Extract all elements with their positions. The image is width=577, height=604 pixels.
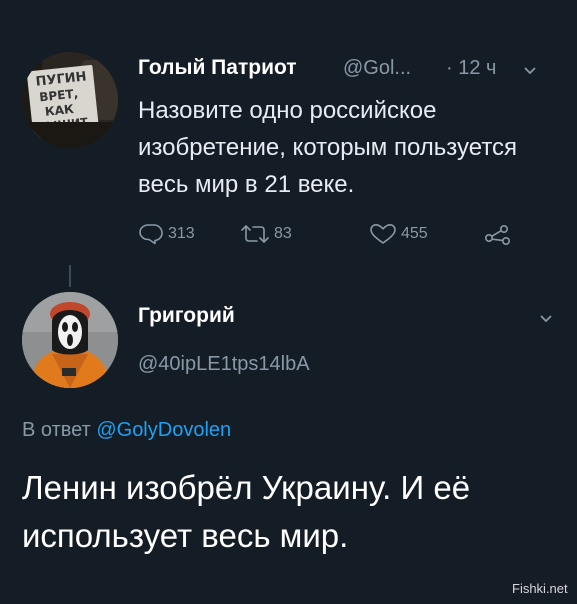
- reply-icon: [139, 224, 163, 245]
- chevron-down-icon[interactable]: [524, 67, 536, 75]
- avatar-reply-author[interactable]: [22, 292, 118, 388]
- like-icon: [370, 224, 396, 244]
- reply-button[interactable]: 313: [138, 223, 195, 245]
- tweet-text: Ленин изобрёл Украину. И её использует в…: [22, 469, 471, 554]
- avatar-crowd: [22, 122, 118, 148]
- tweet-text: Назовите одно российское изобретение, ко…: [138, 97, 518, 198]
- author-display-name[interactable]: Григорий: [138, 304, 235, 328]
- retweet-count: 83: [274, 225, 292, 242]
- thread-connector: [69, 265, 71, 287]
- reply-mention-link[interactable]: @GolyDovolen: [96, 419, 231, 441]
- retweet-button[interactable]: 83: [240, 223, 292, 245]
- share-button[interactable]: [484, 223, 516, 245]
- chevron-down-icon[interactable]: [540, 315, 552, 323]
- tweet-timestamp[interactable]: · 12 ч: [446, 57, 496, 80]
- author-handle[interactable]: @Gol...: [343, 57, 411, 80]
- share-icon: [484, 224, 510, 245]
- watermark: Fishki.net: [512, 581, 568, 596]
- retweet-icon: [241, 225, 269, 243]
- reply-count: 313: [168, 225, 195, 242]
- reply-context: В ответ @GolyDovolen: [22, 419, 231, 442]
- author-handle[interactable]: @40ipLE1tps14lbA: [138, 353, 310, 376]
- avatar-original-author[interactable]: ПУГИН ВРЕТ, КАК ДЫШИТ.: [22, 52, 118, 148]
- sign-line-1: ПУГИН: [35, 69, 88, 90]
- author-display-name[interactable]: Голый Патриот: [138, 56, 297, 80]
- avatar-scream-mask-image: [22, 292, 118, 388]
- like-count: 455: [401, 225, 428, 242]
- reply-context-prefix: В ответ: [22, 419, 91, 441]
- like-button[interactable]: 455: [369, 223, 428, 245]
